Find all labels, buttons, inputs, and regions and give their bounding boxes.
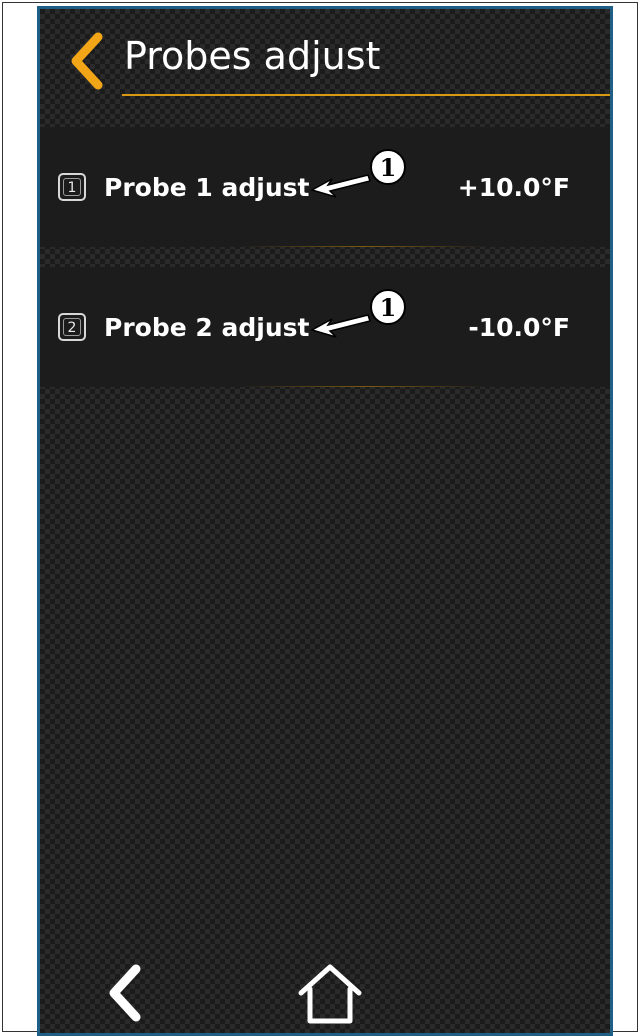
nav-back-chevron-icon[interactable]	[100, 959, 150, 1027]
probe-2-value[interactable]: -10.0°F	[468, 315, 570, 340]
home-icon[interactable]	[295, 959, 365, 1027]
probe-1-adjust-row[interactable]: 1 Probe 1 adjust +10.0°F 1	[40, 127, 610, 247]
callout-number: 1	[380, 293, 397, 322]
probe-2-number-icon: 2	[58, 313, 86, 341]
page-title: Probes adjust	[124, 34, 381, 78]
probe-1-label: Probe 1 adjust	[104, 173, 310, 202]
title-divider	[122, 94, 610, 96]
probe-2-label: Probe 2 adjust	[104, 313, 310, 342]
callout-arrow-icon: 1	[310, 289, 406, 338]
callout-number: 1	[380, 153, 397, 182]
back-chevron-icon[interactable]	[66, 31, 106, 91]
probe-1-number-icon: 1	[58, 173, 86, 201]
header: Probes adjust	[40, 9, 610, 119]
callout-arrow-icon: 1	[310, 149, 406, 198]
device-screen: Probes adjust 1 Probe 1 adjust +10.0°F 1…	[37, 6, 613, 1036]
probe-2-adjust-row[interactable]: 2 Probe 2 adjust -10.0°F 1	[40, 267, 610, 387]
probe-1-value[interactable]: +10.0°F	[458, 175, 570, 200]
bottom-nav	[40, 959, 610, 1033]
